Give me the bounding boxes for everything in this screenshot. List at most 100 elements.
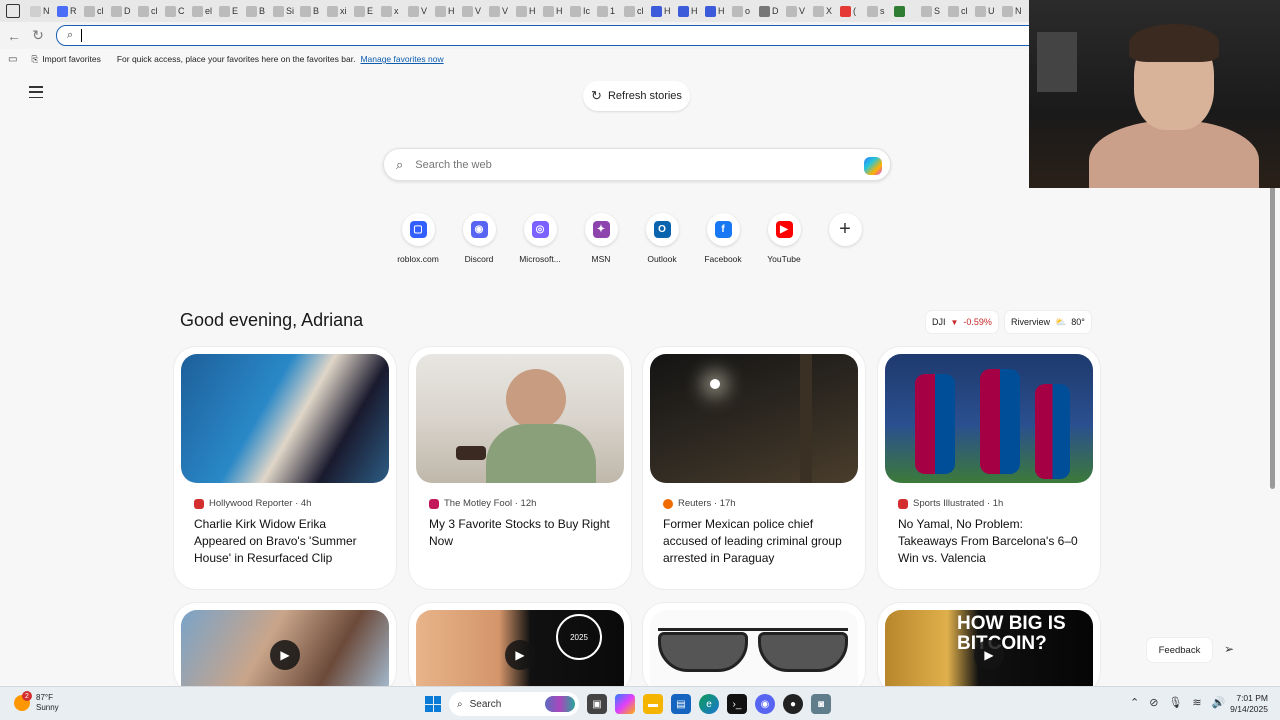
microphone-icon[interactable]: 🎙 xyxy=(1168,696,1182,709)
taskbar-search[interactable]: ⌕ Search xyxy=(449,692,579,716)
story-card[interactable]: Sports Illustrated · 1h No Yamal, No Pro… xyxy=(878,347,1100,589)
import-favorites-button[interactable]: ⎘ Import favorites xyxy=(31,54,100,65)
add-quick-link-button[interactable]: + xyxy=(825,213,865,264)
quick-link-outlook[interactable]: O Outlook xyxy=(642,213,682,264)
system-clock[interactable]: 7:01 PM 9/14/2025 xyxy=(1222,693,1268,715)
taskbar-weather-widget[interactable]: 2 87°F Sunny xyxy=(14,691,59,713)
video-card[interactable]: HOW BIG IS BITCOIN? ▶ xyxy=(878,603,1100,686)
browser-tab[interactable]: V xyxy=(487,2,514,20)
browser-tab[interactable]: ( xyxy=(838,2,865,20)
browser-tab[interactable]: cl xyxy=(946,2,973,20)
market-pill[interactable]: DJI ▼ -0.59% xyxy=(926,311,998,333)
browser-tab[interactable]: N xyxy=(1000,2,1027,20)
tab-label: N xyxy=(1015,6,1022,16)
copilot-app-icon[interactable] xyxy=(615,694,635,714)
browser-tab[interactable]: s xyxy=(865,2,892,20)
browser-tab[interactable]: H xyxy=(649,2,676,20)
copilot-icon[interactable] xyxy=(864,157,882,175)
browser-tab[interactable]: V xyxy=(406,2,433,20)
browser-tab[interactable]: R xyxy=(55,2,82,20)
browser-tab[interactable]: B xyxy=(298,2,325,20)
refresh-stories-button[interactable]: ↻ Refresh stories xyxy=(583,81,690,111)
browser-tab[interactable]: cl xyxy=(136,2,163,20)
browser-tab[interactable] xyxy=(892,2,919,20)
browser-tab[interactable]: cl xyxy=(622,2,649,20)
address-bar[interactable]: ⌕ xyxy=(56,25,1046,46)
browser-tab[interactable]: E xyxy=(217,2,244,20)
play-icon[interactable]: ▶ xyxy=(505,640,535,670)
file-explorer-icon[interactable]: ▬ xyxy=(643,694,663,714)
browser-tab[interactable]: H xyxy=(541,2,568,20)
windows-start-icon[interactable] xyxy=(425,696,441,712)
back-icon[interactable]: ← xyxy=(4,26,24,46)
browser-tab[interactable]: o xyxy=(730,2,757,20)
import-icon: ⎘ xyxy=(31,53,39,64)
terminal-icon[interactable]: ›_ xyxy=(727,694,747,714)
reload-icon[interactable]: ↻ xyxy=(28,26,48,46)
play-icon[interactable]: ▶ xyxy=(270,640,300,670)
network-icon[interactable]: ⊘ xyxy=(1149,696,1158,709)
quick-link-youtube[interactable]: ▶ YouTube xyxy=(764,213,804,264)
refresh-icon: ↻ xyxy=(591,88,602,103)
video-card[interactable] xyxy=(643,603,865,686)
wifi-icon[interactable]: ≋ xyxy=(1192,696,1201,709)
browser-tab[interactable]: V xyxy=(460,2,487,20)
tab-label: 1 xyxy=(610,6,616,16)
browser-tab[interactable]: S xyxy=(919,2,946,20)
story-source: The Motley Fool · 12h xyxy=(444,498,537,509)
browser-tab[interactable]: X xyxy=(811,2,838,20)
browser-tab[interactable]: B xyxy=(244,2,271,20)
browser-tab[interactable]: D xyxy=(757,2,784,20)
browser-tab[interactable]: Ic xyxy=(568,2,595,20)
weather-pill[interactable]: Riverview ⛅ 80° xyxy=(1005,311,1091,333)
video-card[interactable]: 2025 ▶ xyxy=(409,603,631,686)
edge-icon[interactable]: e xyxy=(699,694,719,714)
web-search-box[interactable]: ⌕ Search the web xyxy=(383,148,891,181)
browser-tab[interactable]: N xyxy=(28,2,55,20)
browser-tab[interactable]: H xyxy=(676,2,703,20)
browser-tab[interactable]: cl xyxy=(82,2,109,20)
story-image xyxy=(885,354,1093,483)
browser-tab[interactable]: C xyxy=(163,2,190,20)
scrollbar[interactable] xyxy=(1270,169,1275,489)
browser-tab[interactable]: U xyxy=(973,2,1000,20)
discord-app-icon[interactable]: ◉ xyxy=(755,694,775,714)
tab-label: H xyxy=(529,6,536,16)
camera-icon[interactable]: ◙ xyxy=(811,694,831,714)
browser-tab[interactable]: 1 xyxy=(595,2,622,20)
quick-link-robloxcom[interactable]: ▢ roblox.com xyxy=(397,213,439,264)
browser-tab[interactable]: H xyxy=(703,2,730,20)
browser-tab[interactable]: H xyxy=(433,2,460,20)
quick-link-facebook[interactable]: f Facebook xyxy=(703,213,743,264)
story-card[interactable]: Reuters · 17h Former Mexican police chie… xyxy=(643,347,865,589)
task-view-icon[interactable]: ▣ xyxy=(587,694,607,714)
browser-tab[interactable]: Si xyxy=(271,2,298,20)
browser-tab[interactable]: D xyxy=(109,2,136,20)
browser-tab[interactable]: V xyxy=(784,2,811,20)
browser-tab[interactable]: x xyxy=(379,2,406,20)
feedback-button[interactable]: Feedback xyxy=(1147,638,1212,662)
tab-actions-icon[interactable] xyxy=(6,4,20,18)
chevron-up-icon[interactable]: ⌃ xyxy=(1130,696,1139,709)
store-icon[interactable]: ▤ xyxy=(671,694,691,714)
browser-tab[interactable]: xi xyxy=(325,2,352,20)
manage-favorites-link[interactable]: Manage favorites now xyxy=(360,54,443,64)
tab-favicon-icon xyxy=(975,5,986,17)
send-icon[interactable]: ➢ xyxy=(1224,642,1234,656)
menu-icon[interactable] xyxy=(29,86,43,98)
story-card[interactable]: Hollywood Reporter · 4h Charlie Kirk Wid… xyxy=(174,347,396,589)
app-icon[interactable]: ● xyxy=(783,694,803,714)
quick-link-microsoft[interactable]: ◎ Microsoft... xyxy=(519,213,561,264)
tab-label: V xyxy=(475,6,482,16)
quick-link-msn[interactable]: ✦ MSN xyxy=(581,213,621,264)
tab-favicon-icon xyxy=(192,5,203,17)
tab-favicon-icon xyxy=(867,5,878,17)
video-card[interactable]: ▶ xyxy=(174,603,396,686)
story-card[interactable]: The Motley Fool · 12h My 3 Favorite Stoc… xyxy=(409,347,631,589)
play-icon[interactable]: ▶ xyxy=(974,640,1004,670)
quick-link-discord[interactable]: ◉ Discord xyxy=(459,213,499,264)
browser-tab[interactable]: E xyxy=(352,2,379,20)
browser-tab[interactable]: H xyxy=(514,2,541,20)
browser-tab[interactable]: el xyxy=(190,2,217,20)
search-highlight-icon xyxy=(545,696,575,712)
